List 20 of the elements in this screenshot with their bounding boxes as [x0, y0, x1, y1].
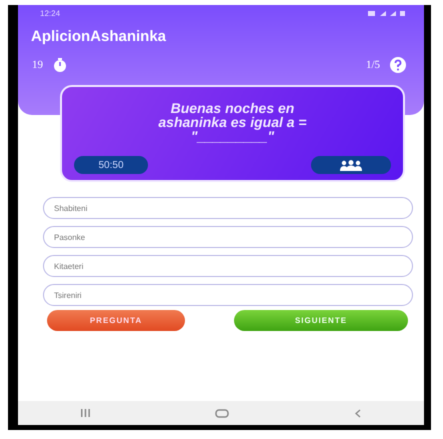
home-icon[interactable]	[215, 408, 230, 418]
stopwatch-icon	[53, 58, 67, 72]
question-counter: 1/5	[366, 59, 380, 71]
back-icon[interactable]	[355, 408, 362, 418]
timer-count: 19	[32, 59, 43, 71]
status-icons	[368, 10, 406, 17]
answer-option[interactable]: Pasonke	[43, 226, 413, 248]
question-button[interactable]: PREGUNTA	[47, 310, 185, 331]
app-title: AplicionAshaninka	[31, 28, 168, 45]
help-icon	[390, 57, 406, 73]
status-time: 12:24	[40, 9, 60, 18]
answer-option[interactable]: Shabiteni	[43, 197, 413, 219]
fifty-fifty-button[interactable]: 50:50	[74, 156, 148, 174]
answer-option[interactable]: Kitaeteri	[43, 255, 413, 277]
audience-button[interactable]	[311, 156, 391, 174]
next-button[interactable]: SIGUIENTE	[234, 310, 408, 331]
answer-option[interactable]: Tsireniri	[43, 284, 413, 306]
question-text: Buenas noches en ashaninka es igual a = "_________"	[157, 101, 308, 143]
recents-icon[interactable]	[80, 409, 90, 417]
people-icon	[340, 160, 362, 170]
